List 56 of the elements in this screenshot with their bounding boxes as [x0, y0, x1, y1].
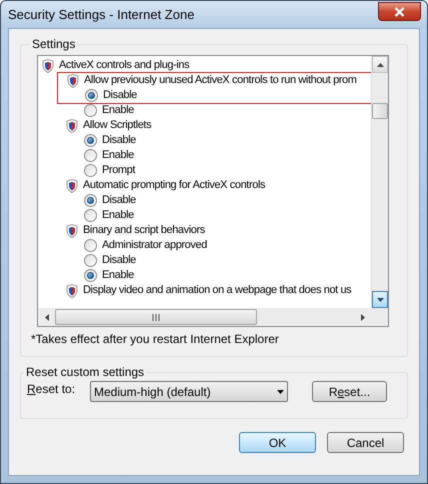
vertical-scrollbar[interactable] — [371, 56, 388, 308]
option-label: Administrator approved — [102, 238, 207, 254]
radio-button[interactable] — [84, 269, 97, 282]
radio-button[interactable] — [84, 134, 97, 147]
radio-button[interactable] — [84, 254, 97, 267]
shield-icon — [66, 118, 78, 132]
scroll-down-button[interactable] — [372, 291, 388, 308]
radio-button[interactable] — [84, 239, 97, 252]
close-icon — [394, 6, 405, 16]
radio-button[interactable] — [84, 104, 97, 117]
close-button[interactable] — [378, 2, 421, 21]
down-arrow-icon — [376, 298, 384, 302]
shield-icon — [66, 284, 78, 298]
grip-icon — [152, 314, 160, 320]
dialog-button[interactable]: Cancel — [327, 432, 404, 453]
shield-icon — [42, 58, 54, 72]
option-label: Enable — [102, 103, 134, 118]
group-title: Reset custom settings — [25, 364, 146, 381]
option-label: Enable — [102, 148, 134, 164]
option-label: Enable — [102, 208, 134, 224]
option-label: Disable — [102, 253, 136, 268]
setting-label: Automatic prompting for ActiveX controls — [83, 178, 266, 194]
shield-icon — [66, 224, 78, 238]
scrollbar-corner — [371, 308, 388, 326]
window-title: Security Settings - Internet Zone — [8, 6, 194, 24]
horizontal-scrollbar[interactable] — [38, 308, 371, 326]
radio-button[interactable] — [84, 194, 97, 207]
option-label: Disable — [103, 88, 137, 104]
radio-button[interactable] — [84, 149, 97, 162]
shield-icon — [67, 74, 79, 88]
scroll-thumb[interactable] — [55, 309, 257, 325]
right-arrow-icon — [360, 314, 364, 320]
reset-to-label: Reset to: — [27, 380, 76, 398]
scroll-thumb[interactable] — [372, 103, 388, 119]
group-title: Settings — [31, 36, 76, 53]
setting-label: Binary and script behaviors — [83, 223, 205, 238]
radio-button[interactable] — [84, 209, 97, 222]
option-label: Enable — [102, 268, 134, 284]
option-label: Prompt — [102, 163, 136, 178]
option-label: Disable — [102, 133, 136, 148]
radio-button[interactable] — [84, 164, 97, 177]
up-arrow-icon — [376, 62, 384, 66]
setting-label: Allow previously unused ActiveX controls to run without prom — [84, 73, 357, 88]
setting-label: Allow Scriptlets — [83, 118, 152, 134]
reset-button[interactable]: Reset... — [312, 381, 387, 402]
scroll-up-button[interactable] — [372, 56, 388, 73]
dropdown-arrow-icon — [277, 390, 284, 394]
category-label: ActiveX controls and plug-ins — [59, 58, 190, 74]
setting-label: Display video and animation on a webpage that does not us — [83, 283, 352, 298]
shield-icon — [66, 178, 78, 192]
option-label: Disable — [102, 193, 136, 208]
left-arrow-icon — [44, 314, 48, 320]
radio-button[interactable] — [85, 89, 98, 102]
dialog-button[interactable]: OK — [239, 432, 316, 453]
restart-note: *Takes effect after you restart Internet Explorer — [31, 331, 280, 348]
level-dropdown[interactable]: Medium-high (default) — [90, 381, 288, 402]
